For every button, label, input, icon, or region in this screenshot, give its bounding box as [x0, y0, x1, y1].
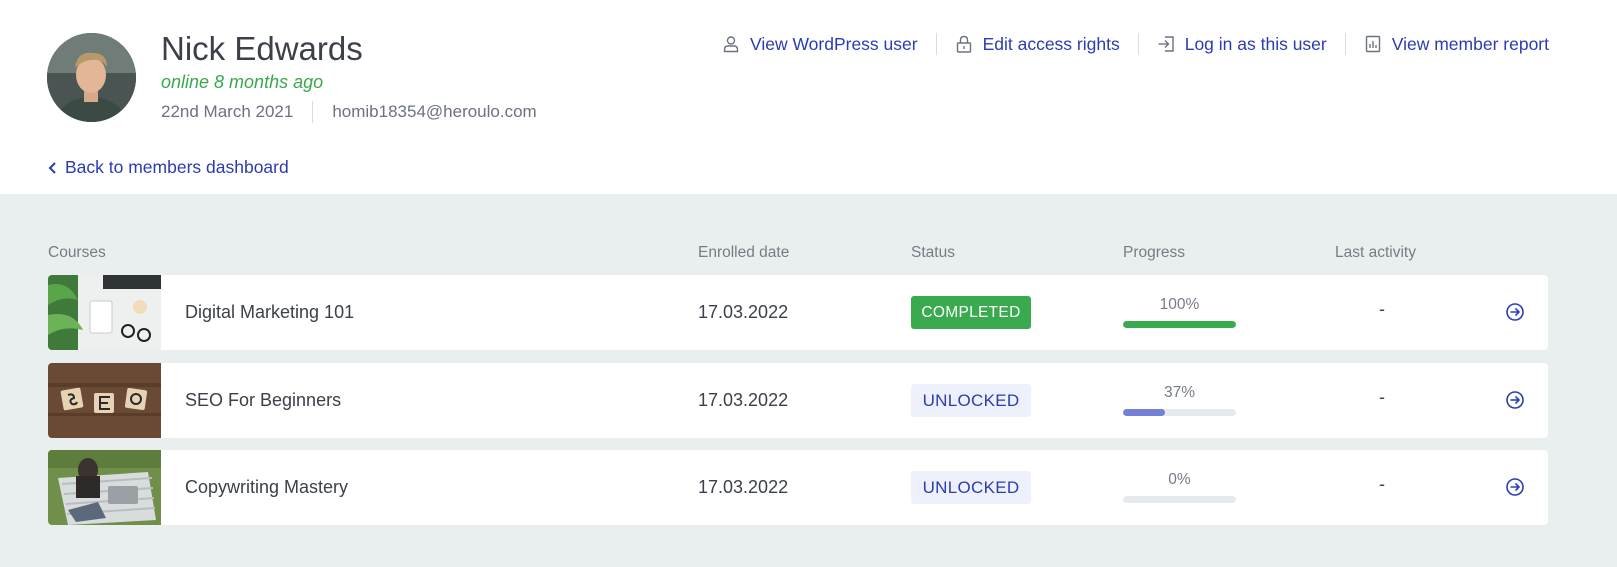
user-icon	[722, 35, 740, 53]
divider	[1137, 33, 1139, 55]
arrow-right-circle-icon[interactable]	[1505, 477, 1525, 497]
last-activity: -	[1379, 299, 1385, 319]
enrolled-date: 17.03.2022	[698, 302, 789, 322]
course-title[interactable]: SEO For Beginners	[185, 390, 341, 411]
arrow-right-circle-icon[interactable]	[1505, 390, 1525, 410]
enrolled-date: 17.03.2022	[698, 477, 789, 497]
action-label: Edit access rights	[982, 33, 1120, 54]
member-header: Nick Edwards online 8 months ago 22nd Ma…	[0, 0, 1617, 194]
last-activity: -	[1379, 387, 1385, 407]
progress-bar	[1123, 321, 1236, 328]
report-icon	[1364, 35, 1382, 53]
course-title[interactable]: Digital Marketing 101	[185, 302, 354, 323]
table-row[interactable]: Digital Marketing 101 17.03.2022 COMPLET…	[48, 275, 1548, 350]
divider	[312, 101, 314, 123]
chevron-left-icon	[47, 161, 59, 175]
view-wordpress-user-link[interactable]: View WordPress user	[722, 34, 918, 55]
action-label: View WordPress user	[749, 33, 918, 54]
progress-percent: 37%	[1163, 384, 1196, 401]
back-to-dashboard-link[interactable]: Back to members dashboard	[47, 157, 289, 178]
joined-date: 22nd March 2021	[161, 102, 294, 121]
header-last-activity: Last activity	[1335, 244, 1416, 261]
back-link-label: Back to members dashboard	[65, 157, 289, 177]
divider	[1344, 33, 1346, 55]
enrolled-date: 17.03.2022	[698, 390, 789, 410]
status-badge: COMPLETED	[911, 296, 1031, 329]
divider	[935, 33, 937, 55]
progress-percent: 0%	[1168, 471, 1191, 488]
action-label: View member report	[1391, 33, 1549, 54]
member-email: homib18354@heroulo.com	[332, 102, 537, 121]
header-courses: Courses	[48, 244, 106, 261]
view-member-report-link[interactable]: View member report	[1364, 34, 1549, 55]
status-badge: UNLOCKED	[911, 471, 1031, 504]
header-enrolled-date: Enrolled date	[698, 244, 790, 261]
table-row[interactable]: SEO For Beginners 17.03.2022 UNLOCKED 37…	[48, 363, 1548, 438]
login-icon	[1157, 35, 1175, 53]
arrow-right-circle-icon[interactable]	[1505, 302, 1525, 322]
header-status: Status	[911, 244, 955, 261]
course-thumbnail	[48, 363, 161, 438]
course-thumbnail	[48, 275, 161, 350]
progress-percent: 100%	[1159, 296, 1200, 313]
progress-fill	[1123, 321, 1236, 328]
log-in-as-user-link[interactable]: Log in as this user	[1157, 34, 1327, 55]
action-label: Log in as this user	[1184, 33, 1327, 54]
header-progress: Progress	[1123, 244, 1186, 261]
online-status: online 8 months ago	[161, 72, 324, 92]
progress-bar	[1123, 409, 1236, 416]
member-name: Nick Edwards	[161, 30, 363, 67]
course-thumbnail	[48, 450, 161, 525]
avatar	[47, 33, 136, 122]
edit-access-rights-link[interactable]: Edit access rights	[955, 34, 1120, 55]
course-title[interactable]: Copywriting Mastery	[185, 477, 348, 498]
lock-icon	[955, 35, 973, 53]
progress-fill	[1123, 409, 1165, 416]
table-row[interactable]: Copywriting Mastery 17.03.2022 UNLOCKED …	[48, 450, 1548, 525]
member-meta: 22nd March 2021 homib18354@heroulo.com	[161, 101, 537, 123]
last-activity: -	[1379, 474, 1385, 494]
progress-bar	[1123, 496, 1236, 503]
status-badge: UNLOCKED	[911, 384, 1031, 417]
member-actions: View WordPress user Edit access rights L…	[722, 33, 1549, 55]
